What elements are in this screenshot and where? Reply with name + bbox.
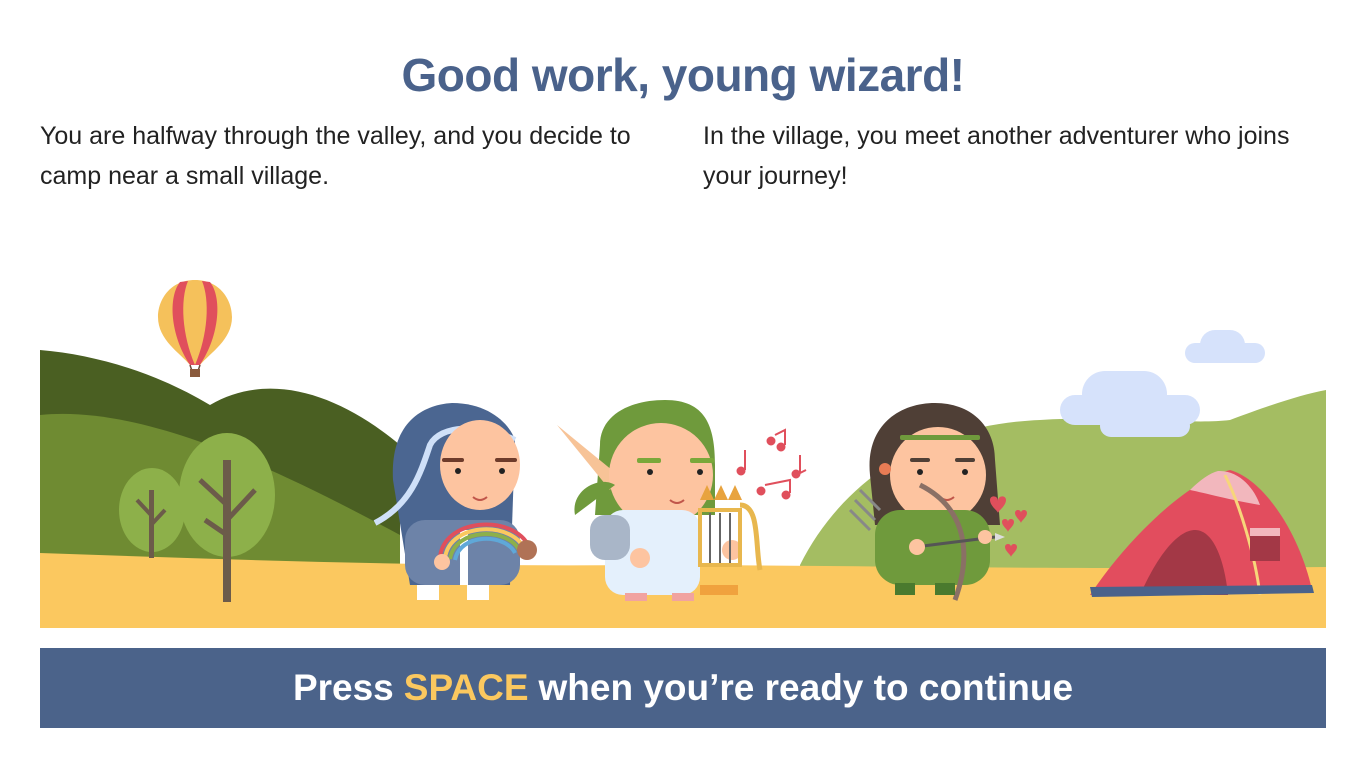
- prompt-text-after: when you’re ready to continue: [538, 667, 1074, 708]
- space-key-label: SPACE: [403, 667, 529, 708]
- page-title: Good work, young wizard!: [401, 49, 966, 101]
- continue-prompt-bar[interactable]: Press SPACE when you’re ready to continu…: [40, 648, 1326, 728]
- small-cloud-icon: [1185, 330, 1265, 363]
- music-notes-icon: [736, 428, 807, 500]
- story-text-left: You are halfway through the valley, and …: [40, 122, 631, 190]
- prompt-text-before: Press: [292, 667, 394, 708]
- story-text-right: In the village, you meet another adventu…: [703, 122, 1290, 190]
- story-illustration: [40, 275, 1326, 628]
- hot-air-balloon-icon: [158, 280, 232, 377]
